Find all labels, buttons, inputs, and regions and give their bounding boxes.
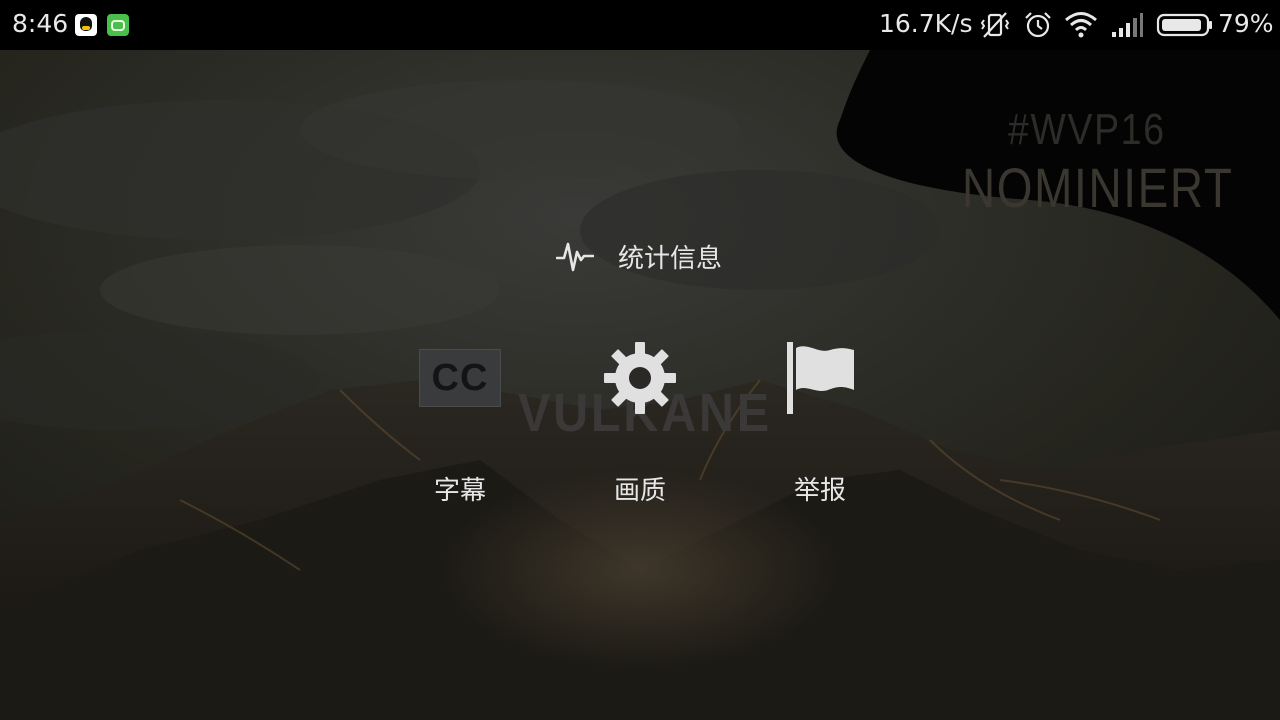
network-speed: 16.7K/s — [879, 9, 973, 38]
subtitles-label: 字幕 — [433, 476, 486, 506]
gear-icon — [604, 342, 676, 414]
stats-info-button[interactable]: 统计信息 — [556, 236, 722, 276]
status-time: 8:46 — [12, 9, 69, 38]
pulse-icon — [556, 242, 594, 272]
subtitles-option[interactable]: CC 字幕 — [390, 338, 530, 518]
battery-percent: 79% — [1218, 9, 1274, 38]
qq-icon — [75, 14, 97, 36]
quality-label: 画质 — [613, 476, 666, 506]
report-option[interactable]: 举报 — [750, 338, 890, 518]
vibrate-off-icon — [980, 12, 1010, 38]
award-hashtag: #WVP16 — [1008, 105, 1166, 154]
status-bar: 8:46 16.7K/s 79% — [0, 0, 1280, 50]
quality-option[interactable]: 画质 — [570, 338, 710, 518]
wifi-icon — [1065, 12, 1097, 38]
flag-icon — [787, 342, 854, 414]
closed-captions-icon: CC — [419, 349, 501, 407]
game-app-icon — [107, 14, 129, 36]
signal-icon — [1112, 13, 1143, 37]
report-label: 举报 — [793, 476, 846, 506]
alarm-icon — [1025, 12, 1051, 38]
battery-icon — [1156, 13, 1212, 37]
award-status: NOMINIERT — [962, 156, 1234, 219]
stats-info-label: 统计信息 — [618, 243, 723, 274]
